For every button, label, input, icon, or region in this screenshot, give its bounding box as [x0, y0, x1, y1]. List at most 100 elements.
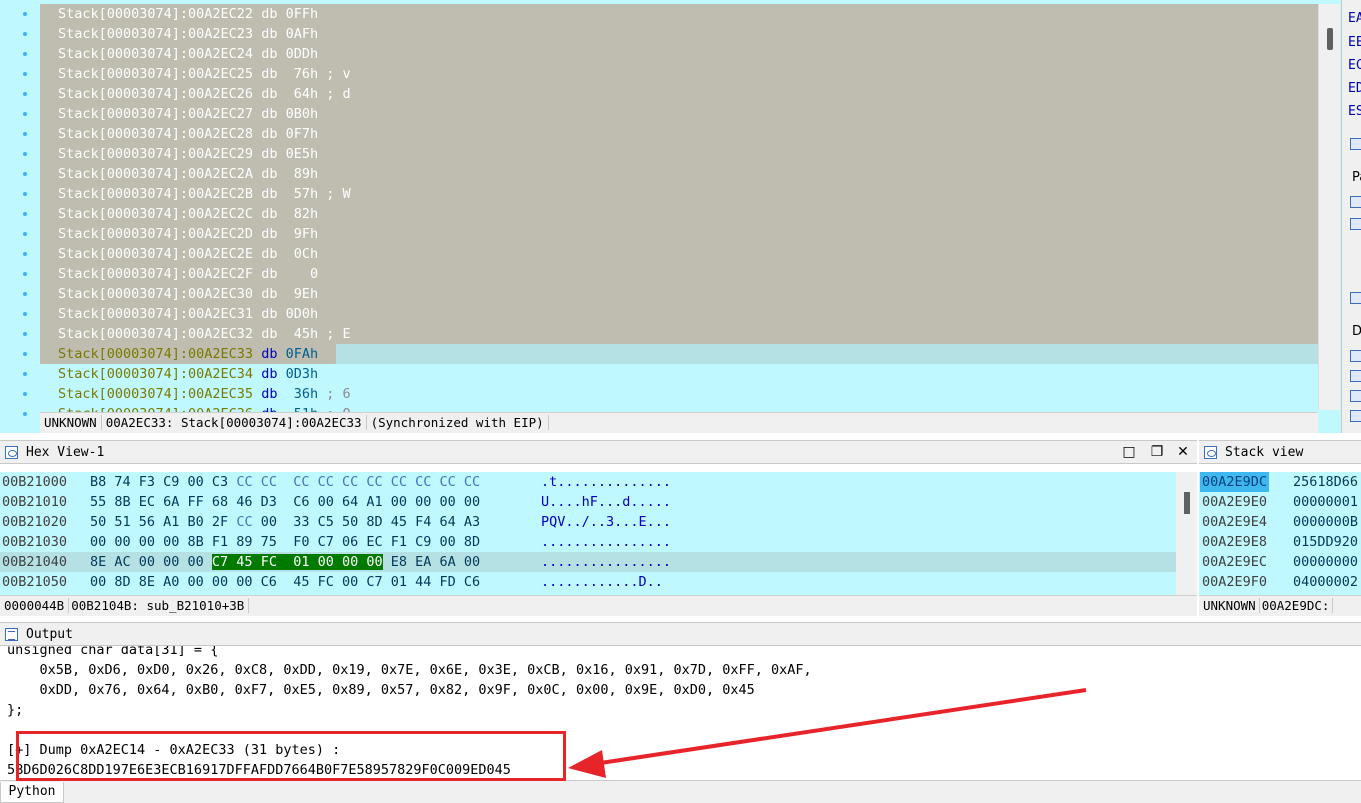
- panel-icon[interactable]: [1350, 292, 1361, 304]
- stack-address[interactable]: 00A2E9F0: [1202, 572, 1267, 592]
- stack-row[interactable]: 00A2E9E8 015DD920: [1199, 532, 1361, 552]
- disasm-address[interactable]: Stack[00003074]:00A2EC29: [58, 146, 253, 162]
- disasm-address[interactable]: Stack[00003074]:00A2EC23: [58, 26, 253, 42]
- disasm-operand[interactable]: 0D0h: [286, 306, 319, 322]
- hex-row[interactable]: 00B21050 00 8D 8E A0 00 00 00 C6 45 FC 00…: [0, 572, 1176, 592]
- breakpoint-dot[interactable]: [23, 192, 27, 196]
- hex-ascii[interactable]: PQV../..3...E...: [541, 512, 671, 532]
- register-label[interactable]: ED: [1348, 81, 1361, 96]
- disasm-line[interactable]: Stack[00003074]:00A2EC35 db 36h ; 6: [40, 384, 1318, 404]
- thread-icon[interactable]: [1350, 390, 1361, 402]
- hex-byte-group[interactable]: 00 00 00 00 8B F1 89 75 F0 C7 06 EC F1 C…: [90, 534, 480, 550]
- disasm-operand[interactable]: 0B0h: [286, 106, 319, 122]
- disasm-address[interactable]: Stack[00003074]:00A2EC34: [58, 366, 253, 382]
- breakpoint-dot[interactable]: [23, 152, 27, 156]
- register-label[interactable]: EA: [1348, 11, 1361, 26]
- register-label[interactable]: EC: [1348, 58, 1361, 73]
- hex-byte-group[interactable]: 00 33 C5 50 8D 45 F4 64 A3: [253, 514, 480, 530]
- maximize-icon[interactable]: □: [1118, 441, 1140, 464]
- disasm-operand[interactable]: 0F7h: [286, 126, 319, 142]
- stack-row[interactable]: 00A2E9E0 00000001: [1199, 492, 1361, 512]
- disasm-address[interactable]: Stack[00003074]:00A2EC25: [58, 66, 253, 82]
- disassembly-view[interactable]: Stack[00003074]:00A2EC22 db 0FFh Stack[00…: [0, 0, 1341, 433]
- disasm-operand[interactable]: 0Ch: [286, 246, 318, 262]
- hex-dump[interactable]: 00B21000 B8 74 F3 C9 00 C3 CC CC CC CC CC…: [0, 472, 1176, 595]
- register-label[interactable]: EE: [1348, 35, 1361, 50]
- stack-address[interactable]: 00A2E9E0: [1202, 492, 1267, 512]
- hex-ascii[interactable]: .t..............: [541, 472, 671, 492]
- disasm-operand[interactable]: 82h: [286, 206, 318, 222]
- breakpoint-dot[interactable]: [23, 212, 27, 216]
- module-icon[interactable]: [1350, 218, 1361, 230]
- stack-address[interactable]: 00A2E9E8: [1202, 532, 1267, 552]
- breakpoint-dot[interactable]: [23, 292, 27, 296]
- thread-icon[interactable]: [1350, 370, 1361, 382]
- disasm-address[interactable]: Stack[00003074]:00A2EC31: [58, 306, 253, 322]
- stack-address[interactable]: 00A2E9EC: [1202, 552, 1267, 572]
- disasm-address[interactable]: Stack[00003074]:00A2EC28: [58, 126, 253, 142]
- disasm-address[interactable]: Stack[00003074]:00A2EC27: [58, 106, 253, 122]
- disasm-operand[interactable]: 0D3h: [286, 366, 319, 382]
- breakpoint-dot[interactable]: [23, 112, 27, 116]
- disasm-operand[interactable]: 36h: [286, 386, 318, 402]
- breakpoint-dot[interactable]: [23, 12, 27, 16]
- close-icon[interactable]: ✕: [1172, 441, 1194, 464]
- hex-row[interactable]: 00B21010 55 8B EC 6A FF 68 46 D3 C6 00 64…: [0, 492, 1176, 512]
- hex-byte-group[interactable]: E8 EA 6A 00: [383, 554, 480, 570]
- disasm-line[interactable]: Stack[00003074]:00A2EC25 db 76h ; v: [40, 64, 1318, 84]
- disasm-address[interactable]: Stack[00003074]:00A2EC26: [58, 86, 253, 102]
- thread-icon[interactable]: [1350, 350, 1361, 362]
- breakpoint-dot[interactable]: [23, 32, 27, 36]
- disasm-operand[interactable]: 9Eh: [286, 286, 318, 302]
- disasm-line[interactable]: Stack[00003074]:00A2EC2A db 89h: [40, 164, 1318, 184]
- restore-icon[interactable]: ❐: [1146, 441, 1168, 464]
- disassembly-scroll-thumb[interactable]: [1327, 28, 1333, 50]
- stack-row[interactable]: 00A2E9DC 25618D66: [1199, 472, 1361, 492]
- stack-value[interactable]: 25618D66: [1293, 472, 1358, 492]
- hex-byte-group[interactable]: 8E AC 00 00 00: [90, 554, 212, 570]
- breakpoint-dot[interactable]: [23, 52, 27, 56]
- stack-row[interactable]: 00A2E9E4 0000000B: [1199, 512, 1361, 532]
- disasm-line[interactable]: Stack[00003074]:00A2EC2E db 0Ch: [40, 244, 1318, 264]
- stack-value[interactable]: 04000002: [1293, 572, 1358, 592]
- disasm-address[interactable]: Stack[00003074]:00A2EC24: [58, 46, 253, 62]
- hex-byte-group[interactable]: B8 74 F3 C9 00 C3: [90, 474, 236, 490]
- breakpoint-dot[interactable]: [23, 132, 27, 136]
- hex-byte-group[interactable]: 50 51 56 A1 B0 2F: [90, 514, 236, 530]
- stack-address[interactable]: 00A2E9DC: [1200, 472, 1270, 492]
- hex-bytes[interactable]: 00 8D 8E A0 00 00 00 C6 45 FC 00 C7 01 4…: [90, 572, 480, 592]
- stack-value[interactable]: 00000001: [1293, 492, 1358, 512]
- python-tab[interactable]: Python: [0, 782, 64, 803]
- disasm-operand[interactable]: 9Fh: [286, 226, 318, 242]
- disasm-line[interactable]: Stack[00003074]:00A2EC2F db 0: [40, 264, 1318, 284]
- breakpoint-dot[interactable]: [23, 172, 27, 176]
- disasm-operand[interactable]: 76h: [286, 66, 318, 82]
- hex-ascii[interactable]: ................: [541, 532, 671, 552]
- disasm-address[interactable]: Stack[00003074]:00A2EC22: [58, 6, 253, 22]
- disasm-line[interactable]: Stack[00003074]:00A2EC33 db 0FAh: [40, 344, 1318, 364]
- hex-scrollbar[interactable]: [1176, 472, 1197, 595]
- disasm-operand[interactable]: 0FAh: [286, 346, 319, 362]
- hex-byte-group[interactable]: CC: [236, 514, 252, 530]
- disasm-line[interactable]: Stack[00003074]:00A2EC2D db 9Fh: [40, 224, 1318, 244]
- disasm-line[interactable]: Stack[00003074]:00A2EC22 db 0FFh: [40, 4, 1318, 24]
- stack-list[interactable]: 00A2E9DC 25618D66 00A2E9E0 00000001 00A2E9E4…: [1199, 472, 1361, 595]
- disasm-line[interactable]: Stack[00003074]:00A2EC30 db 9Eh: [40, 284, 1318, 304]
- stack-row[interactable]: 00A2E9F0 04000002: [1199, 572, 1361, 592]
- disasm-address[interactable]: Stack[00003074]:00A2EC33: [58, 346, 253, 362]
- stack-value[interactable]: 015DD920: [1293, 532, 1358, 552]
- disasm-line[interactable]: Stack[00003074]:00A2EC34 db 0D3h: [40, 364, 1318, 384]
- hex-bytes-highlight[interactable]: C7 45 FC 01 00 00 00: [211, 554, 383, 570]
- hex-scroll-thumb[interactable]: [1184, 492, 1190, 514]
- disasm-operand[interactable]: 0: [286, 266, 318, 282]
- disasm-address[interactable]: Stack[00003074]:00A2EC2C: [58, 206, 253, 222]
- breakpoint-dot[interactable]: [23, 412, 27, 416]
- panel-icon[interactable]: [1350, 138, 1361, 150]
- disasm-operand[interactable]: 0FFh: [286, 6, 319, 22]
- stack-value[interactable]: 0000000B: [1293, 512, 1358, 532]
- disasm-operand[interactable]: 0AFh: [286, 26, 319, 42]
- hex-byte-group[interactable]: CC CC CC CC CC CC CC CC CC CC: [236, 474, 480, 490]
- disasm-operand[interactable]: 64h: [286, 86, 318, 102]
- breakpoint-dot[interactable]: [23, 392, 27, 396]
- disasm-address[interactable]: Stack[00003074]:00A2EC2A: [58, 166, 253, 182]
